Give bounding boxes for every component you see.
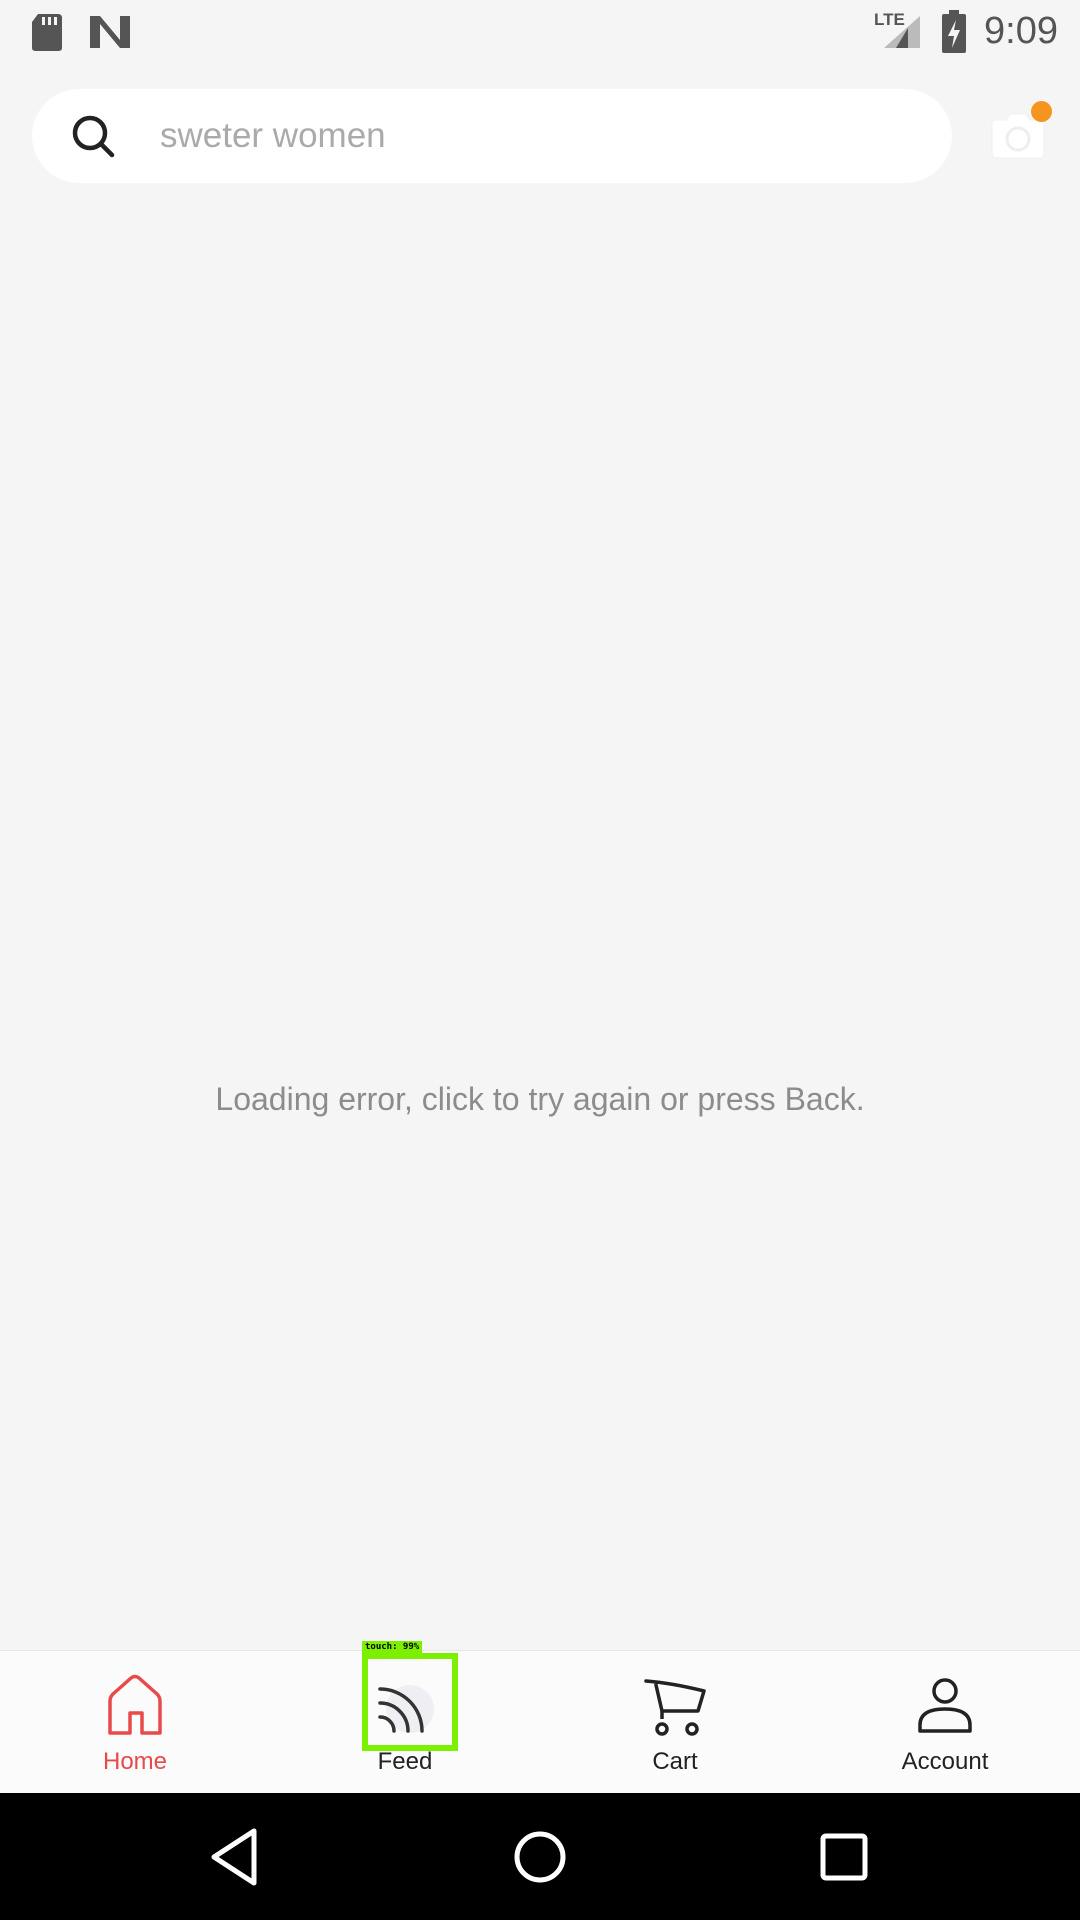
search-bar[interactable]: sweter women bbox=[32, 89, 952, 183]
search-icon bbox=[72, 115, 115, 158]
account-icon bbox=[918, 1678, 972, 1733]
n-logo-icon bbox=[90, 16, 130, 48]
screen: LTE 9:09 sweter women Loading error, cli… bbox=[0, 0, 1080, 1920]
touch-highlight-box bbox=[362, 1653, 458, 1751]
tab-account-label: Account bbox=[901, 1748, 989, 1775]
battery-charging-icon bbox=[942, 10, 966, 53]
tab-home[interactable]: Home bbox=[0, 1651, 270, 1794]
sd-card-icon bbox=[32, 14, 62, 51]
recents-icon[interactable] bbox=[802, 1815, 886, 1899]
tab-home-label: Home bbox=[102, 1748, 168, 1775]
tab-cart[interactable]: Cart bbox=[540, 1651, 810, 1794]
bottom-tab-bar: Home Feed Cart Account bbox=[0, 1650, 1080, 1793]
signal-icon bbox=[884, 16, 920, 48]
status-bar: LTE 9:09 bbox=[0, 0, 1080, 63]
system-nav-bar bbox=[0, 1793, 1080, 1920]
loading-error-message[interactable]: Loading error, click to try again or pre… bbox=[0, 1075, 1080, 1123]
cart-icon bbox=[644, 1679, 706, 1736]
search-placeholder: sweter women bbox=[160, 116, 386, 155]
tab-account[interactable]: Account bbox=[810, 1651, 1080, 1794]
status-time: 9:09 bbox=[984, 10, 1058, 52]
home-circle-icon[interactable] bbox=[498, 1815, 582, 1899]
tab-feed-label: Feed bbox=[377, 1748, 433, 1775]
camera-notification-badge bbox=[1031, 101, 1052, 122]
home-icon bbox=[108, 1674, 162, 1735]
back-icon[interactable] bbox=[194, 1815, 278, 1899]
tab-cart-label: Cart bbox=[652, 1748, 698, 1775]
